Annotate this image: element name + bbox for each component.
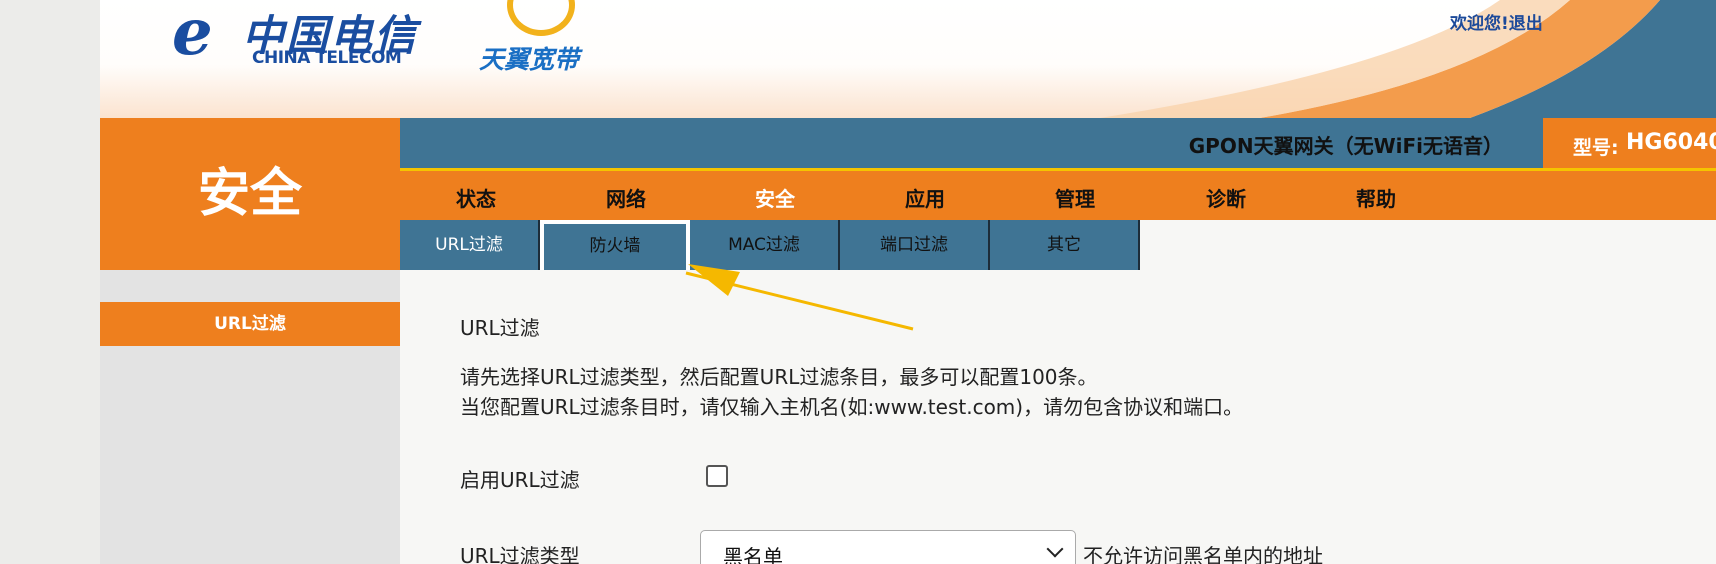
device-model-name: GPON天翼网关（无WiFi无语音） — [1188, 134, 1503, 158]
section-title: 安全 — [197, 164, 302, 224]
nav-status[interactable]: 状态 — [416, 183, 536, 212]
tab-url-filter[interactable]: URL过滤 — [400, 220, 540, 270]
model-label: 型号: — [1573, 137, 1619, 159]
model-tag: 型号: HG6040 — [1543, 118, 1716, 168]
enable-url-filter-label: 启用URL过滤 — [460, 468, 580, 492]
nav-help[interactable]: 帮助 — [1316, 183, 1436, 212]
sidebar: URL过滤 — [100, 270, 400, 564]
tab-mac-filter[interactable]: MAC过滤 — [690, 220, 840, 270]
tianyi-text: 天翼宽带 — [479, 45, 580, 74]
chevron-down-icon — [1046, 540, 1064, 558]
tianyi-swirl-icon — [507, 0, 575, 36]
content-panel: URL过滤 请先选择URL过滤类型，然后配置URL过滤条目，最多可以配置100条… — [400, 270, 1716, 564]
content-description: 请先选择URL过滤类型，然后配置URL过滤条目，最多可以配置100条。 当您配置… — [460, 362, 1243, 422]
sidebar-item-url-filter[interactable]: URL过滤 — [100, 302, 400, 346]
tab-firewall[interactable]: 防火墙 — [540, 220, 690, 270]
welcome-text: 欢迎您! — [1450, 14, 1509, 34]
nav-application[interactable]: 应用 — [865, 183, 985, 212]
filter-type-hint: 不允许访问黑名单内的地址 — [1083, 544, 1323, 564]
router-admin-page: e 中国电信 CHINA TELECOM 天翼宽带 欢迎您!退出 安全 GPON… — [100, 0, 1716, 564]
tianyi-broadband-logo: 天翼宽带 — [475, 0, 615, 80]
header: e 中国电信 CHINA TELECOM 天翼宽带 欢迎您!退出 — [100, 0, 1716, 118]
nav-management[interactable]: 管理 — [1015, 183, 1135, 212]
description-line-2: 当您配置URL过滤条目时，请仅输入主机名(如:www.test.com)，请勿包… — [460, 395, 1244, 419]
nav-diagnostics[interactable]: 诊断 — [1166, 183, 1286, 212]
content-title: URL过滤 — [460, 316, 540, 340]
tab-other[interactable]: 其它 — [990, 220, 1140, 270]
url-filter-type-select[interactable]: 黑名单 — [700, 530, 1076, 564]
logout-link[interactable]: 退出 — [1509, 14, 1543, 34]
select-value: 黑名单 — [723, 545, 783, 564]
description-line-1: 请先选择URL过滤类型，然后配置URL过滤条目，最多可以配置100条。 — [460, 365, 1098, 389]
telecom-emblem-icon: e — [172, 0, 213, 70]
nav-security[interactable]: 安全 — [715, 183, 835, 212]
url-filter-type-label: URL过滤类型 — [460, 544, 580, 564]
enable-url-filter-checkbox[interactable] — [706, 465, 728, 487]
tab-port-filter[interactable]: 端口过滤 — [840, 220, 990, 270]
model-bar: GPON天翼网关（无WiFi无语音） — [400, 118, 1716, 168]
main-nav: 状态 网络 安全 应用 管理 诊断 帮助 — [400, 168, 1716, 220]
section-title-block: 安全 — [100, 118, 400, 270]
logo-english-text: CHINA TELECOM — [252, 48, 402, 68]
nav-network[interactable]: 网络 — [566, 183, 686, 212]
welcome-area: 欢迎您!退出 — [1450, 9, 1543, 34]
model-value: HG6040 — [1626, 130, 1716, 155]
